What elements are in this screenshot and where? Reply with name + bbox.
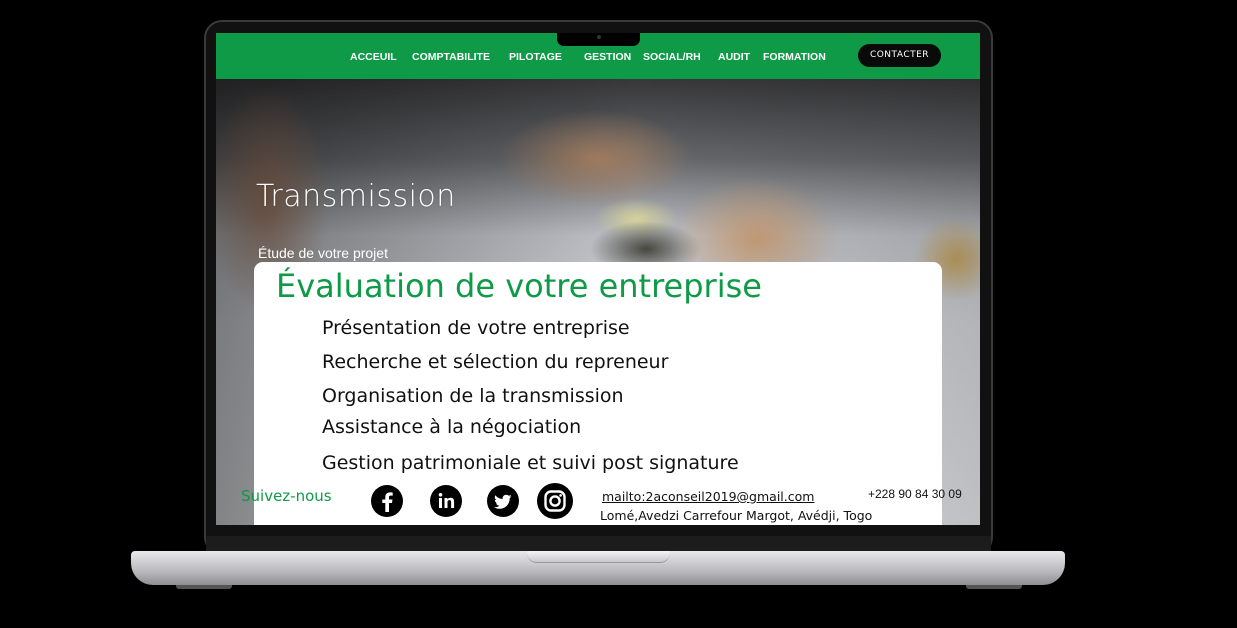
follow-us-label: Suivez-nous — [241, 487, 332, 505]
nav-item-gestion[interactable]: GESTION — [584, 51, 631, 63]
service-item: Présentation de votre entreprise — [322, 317, 630, 339]
laptop-foot-left — [176, 585, 232, 589]
address-text: Lomé,Avedzi Carrefour Margot, Avédji, To… — [600, 508, 873, 523]
services-card: Évaluation de votre entreprise Présentat… — [254, 262, 942, 525]
card-title: Évaluation de votre entreprise — [276, 267, 762, 305]
phone-number: +228 90 84 30 09 — [868, 487, 962, 501]
laptop-hinge — [206, 536, 991, 552]
email-link[interactable]: mailto:2aconseil2019@gmail.com — [602, 489, 814, 504]
twitter-icon[interactable] — [487, 485, 519, 517]
contact-button[interactable]: CONTACTER — [858, 44, 941, 67]
nav-item-social-rh[interactable]: SOCIAL/RH — [643, 51, 701, 63]
service-item: Gestion patrimoniale et suivi post signa… — [322, 452, 739, 474]
laptop-lid-notch — [527, 551, 670, 563]
nav-item-audit[interactable]: AUDIT — [718, 51, 750, 63]
laptop-screen: Transmission Étude de votre projet ACCEU… — [216, 33, 980, 525]
service-item: Assistance à la négociation — [322, 416, 582, 438]
hero-subtitle: Étude de votre projet — [258, 245, 388, 261]
linkedin-icon[interactable] — [430, 485, 462, 517]
camera-icon — [597, 35, 601, 39]
instagram-icon[interactable] — [537, 483, 573, 519]
facebook-icon[interactable] — [371, 485, 403, 517]
hero-title: Transmission — [256, 179, 456, 214]
nav-item-formation[interactable]: FORMATION — [763, 51, 826, 63]
service-item: Organisation de la transmission — [322, 385, 624, 407]
nav-item-accueil[interactable]: ACCEUIL — [350, 51, 397, 63]
nav-item-comptabilite[interactable]: COMPTABILITE — [412, 51, 490, 63]
laptop-foot-right — [966, 585, 1022, 589]
service-item: Recherche et sélection du repreneur — [322, 351, 669, 373]
nav-item-pilotage[interactable]: PILOTAGE — [509, 51, 562, 63]
